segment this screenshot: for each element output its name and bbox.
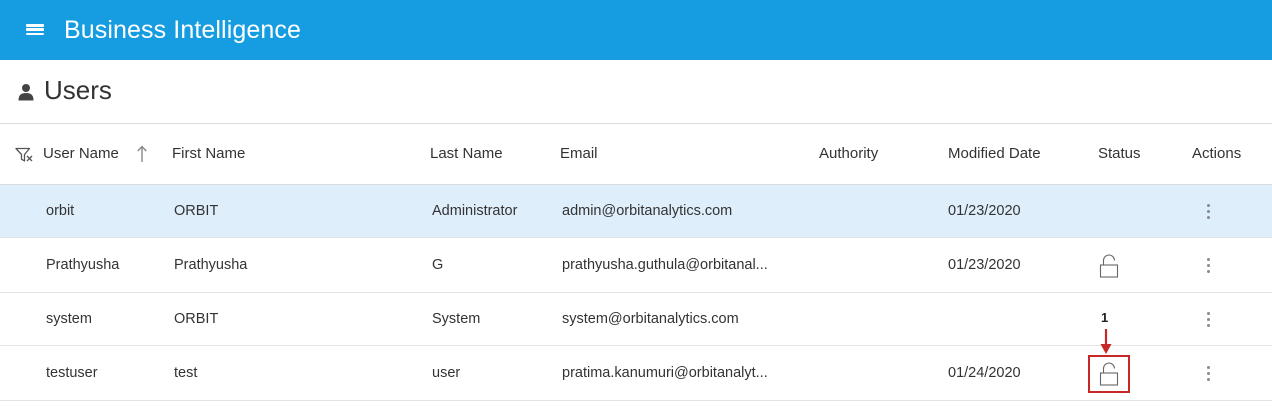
cell-last-name: Administrator [432,203,518,219]
cell-first-name: ORBIT [174,311,219,327]
cell-first-name: test [174,365,198,381]
cell-email: system@orbitanalytics.com [562,311,739,327]
cell-modified-date: 01/24/2020 [948,365,1021,381]
column-header-modified-date[interactable]: Modified Date [948,125,1041,185]
cell-username: orbit [46,203,75,219]
filter-icon[interactable] [15,147,33,163]
cell-first-name: ORBIT [174,203,219,219]
sort-ascending-icon[interactable] [136,145,148,163]
column-header-email[interactable]: Email [560,125,598,185]
table-row[interactable]: Prathyusha Prathyusha G prathyusha.guthu… [0,238,1272,293]
page-title: Users [44,74,112,105]
column-header-authority[interactable]: Authority [819,125,878,185]
annotation-arrow-icon [1100,329,1112,354]
column-header-status[interactable]: Status [1098,125,1141,185]
menu-bar-line [26,28,44,31]
annotation-highlight-box [1088,355,1130,393]
cell-username: Prathyusha [46,257,120,273]
cell-email: admin@orbitanalytics.com [562,203,733,219]
column-header-actions: Actions [1192,145,1242,162]
menu-bar-line [26,24,44,27]
cell-last-name: G [432,257,444,273]
table-row[interactable]: orbit ORBIT Administrator admin@orbitana… [0,185,1272,238]
user-icon [18,83,34,100]
more-vertical-icon[interactable] [1203,238,1213,292]
app-title: Business Intelligence [64,15,301,44]
more-vertical-icon[interactable] [1203,185,1213,237]
hamburger-menu-icon[interactable] [24,22,46,38]
column-header-last-name[interactable]: Last Name [430,125,503,185]
cell-first-name: Prathyusha [174,257,248,273]
table-row[interactable]: system ORBIT System system@orbitanalytic… [0,293,1272,346]
cell-modified-date: 01/23/2020 [948,257,1021,273]
table-row[interactable]: testuser test user pratima.kanumuri@orbi… [0,346,1272,401]
app-bar: Business Intelligence [0,0,1272,60]
column-header-first-name[interactable]: First Name [172,125,245,185]
more-vertical-icon[interactable] [1203,293,1213,345]
cell-email: pratima.kanumuri@orbitanalyt... [562,365,768,381]
cell-last-name: System [432,311,481,327]
cell-username: system [46,311,92,327]
unlock-icon[interactable] [1099,254,1119,278]
cell-username: testuser [46,365,98,381]
page-header: Users [0,60,1272,124]
cell-last-name: user [432,365,461,381]
more-vertical-icon[interactable] [1203,346,1213,400]
menu-bar-line [26,32,44,35]
cell-email: prathyusha.guthula@orbitanal... [562,257,768,273]
table-header: User Name First Name Last Name Email Aut… [0,125,1272,185]
cell-modified-date: 01/23/2020 [948,203,1021,219]
column-header-user-name[interactable]: User Name [43,125,119,185]
annotation-step-number: 1 [1101,310,1109,325]
